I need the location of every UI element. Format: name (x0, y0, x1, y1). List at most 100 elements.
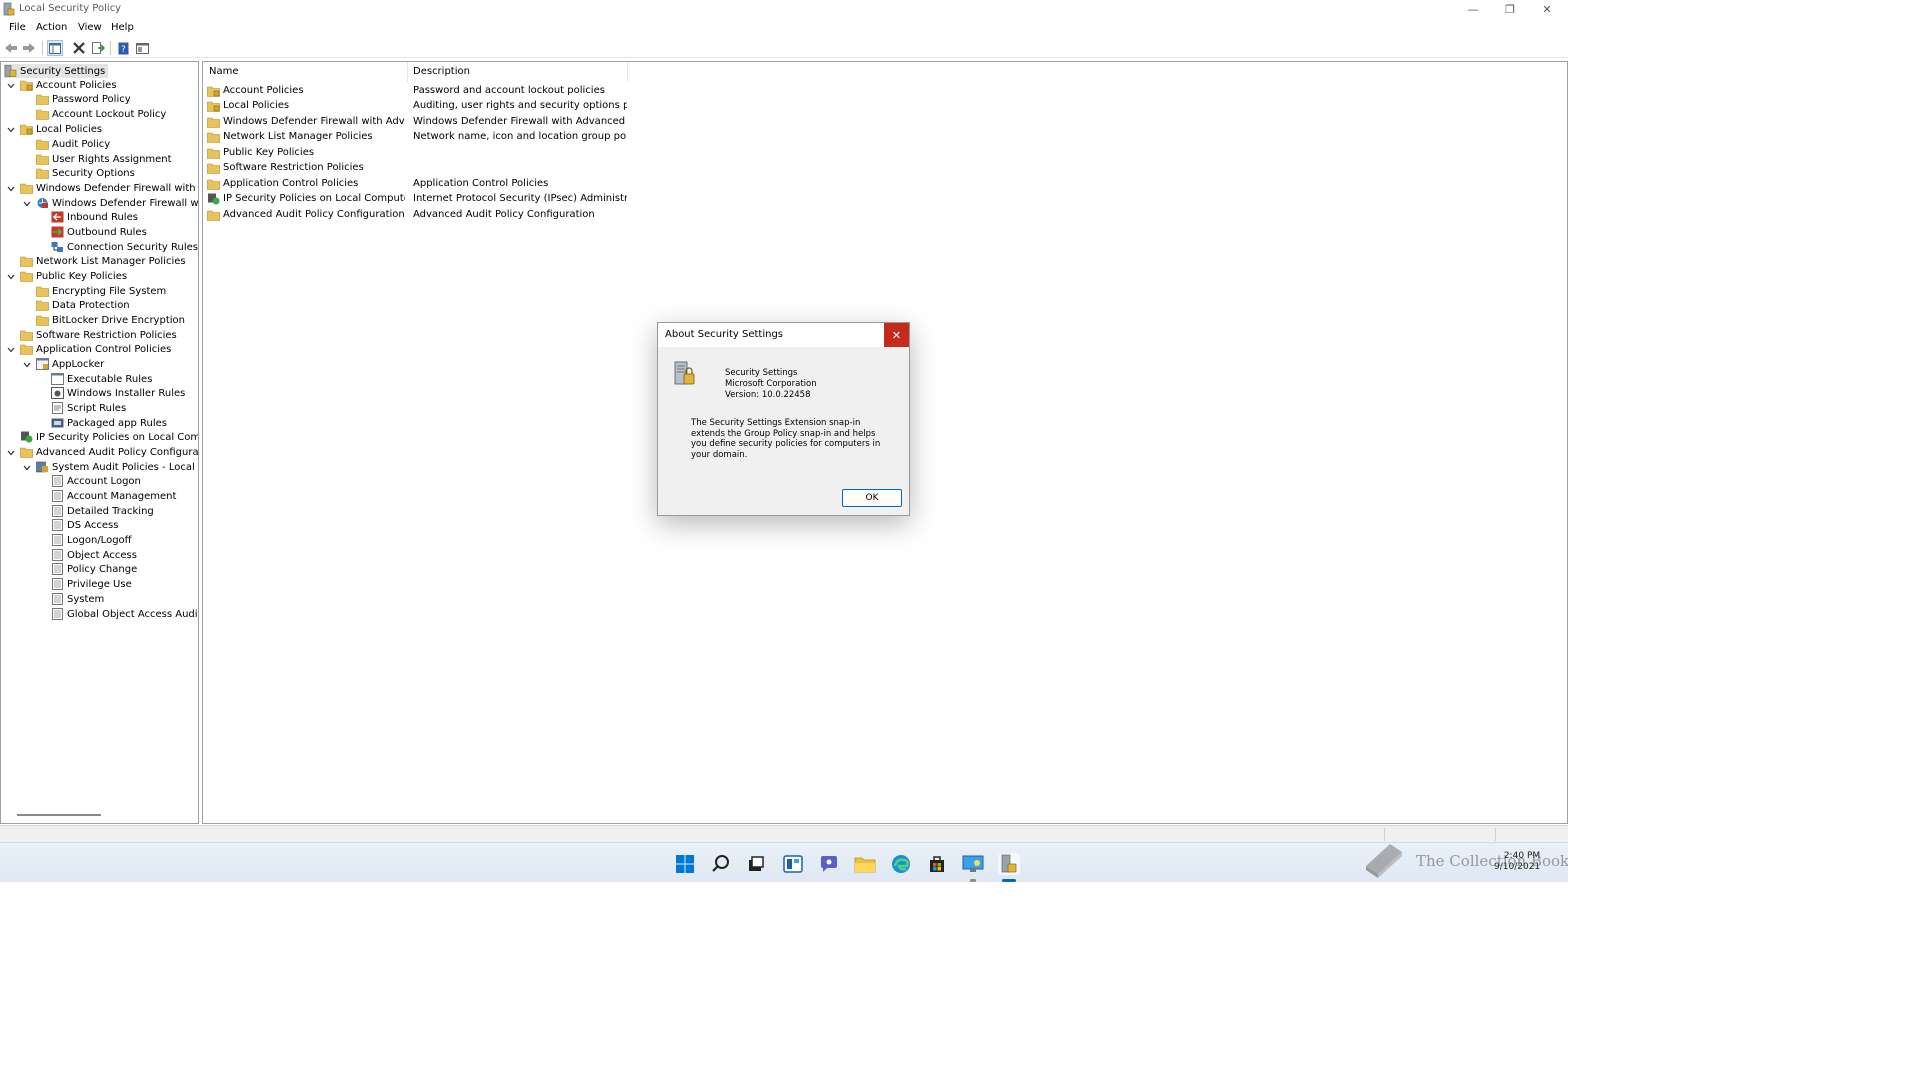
tree-item-password-policy[interactable]: Password Policy (36, 92, 131, 106)
tree-item-ds-access[interactable]: DS Access (51, 518, 118, 532)
list-row[interactable]: Network List Manager Policies Network na… (207, 129, 627, 144)
tree-item-windows-installer-rules[interactable]: Windows Installer Rules (51, 386, 185, 400)
chevron-down-icon[interactable] (6, 81, 15, 90)
tree-item-account-logon[interactable]: Account Logon (51, 474, 141, 488)
tree-item-ip-security[interactable]: IP Security Policies on Local Compute (20, 430, 198, 444)
folder-icon (36, 315, 49, 326)
file-explorer-button[interactable] (854, 853, 876, 875)
folder-icon (207, 132, 220, 143)
back-button[interactable] (3, 40, 19, 56)
store-button[interactable] (926, 853, 948, 875)
task-view-button[interactable] (745, 853, 767, 875)
tree-item-local-policies[interactable]: Local Policies (20, 122, 102, 136)
tree-item-detailed-tracking[interactable]: Detailed Tracking (51, 504, 154, 518)
menu-action[interactable]: Action (36, 22, 67, 33)
list-row[interactable]: Account Policies Password and account lo… (207, 83, 627, 98)
tree-item-advanced-audit[interactable]: Advanced Audit Policy Configuration (20, 445, 198, 459)
menu-view[interactable]: View (78, 22, 102, 33)
tree-item-public-key-policies[interactable]: Public Key Policies (20, 269, 127, 283)
chevron-down-icon[interactable] (6, 448, 15, 457)
tree-item-windows-defender-firewall[interactable]: Windows Defender Firewall with Adva (20, 181, 198, 195)
widgets-button[interactable] (782, 853, 804, 875)
list-row[interactable]: Windows Defender Firewall with Advanc...… (207, 114, 627, 129)
tree-item-security-options[interactable]: Security Options (36, 166, 135, 180)
delete-button[interactable] (71, 40, 87, 56)
tree-item-software-restriction[interactable]: Software Restriction Policies (20, 328, 177, 342)
search-button[interactable] (710, 853, 732, 875)
chat-button[interactable] (818, 853, 840, 875)
tree-item-account-management[interactable]: Account Management (51, 489, 176, 503)
chevron-down-icon[interactable] (22, 199, 31, 208)
tree-label: Account Policies (36, 79, 117, 91)
tree-item-script-rules[interactable]: Script Rules (51, 401, 126, 415)
tree-item-logon-logoff[interactable]: Logon/Logoff (51, 533, 132, 547)
tree-item-account-policies[interactable]: Account Policies (20, 78, 117, 92)
column-divider[interactable] (407, 62, 408, 82)
edge-button[interactable] (890, 853, 912, 875)
tree-item-data-protection[interactable]: Data Protection (36, 298, 130, 312)
tree-item-applocker[interactable]: AppLocker (36, 357, 104, 371)
folder-icon (207, 210, 220, 221)
list-header: Name Description (203, 62, 633, 82)
chevron-down-icon[interactable] (6, 272, 15, 281)
folder-icon (36, 286, 49, 297)
start-button[interactable] (674, 853, 696, 875)
dialog-close-button[interactable]: ✕ (884, 323, 909, 347)
chevron-down-icon[interactable] (6, 184, 15, 193)
tree-item-encrypting-file-system[interactable]: Encrypting File System (36, 284, 166, 298)
folder-icon (20, 271, 33, 282)
show-hide-tree-button[interactable] (47, 40, 63, 56)
tree-item-user-rights-assignment[interactable]: User Rights Assignment (36, 152, 172, 166)
tree-item-global-object-access[interactable]: Global Object Access Auditing (51, 607, 198, 621)
tree-item-bitlocker[interactable]: BitLocker Drive Encryption (36, 313, 185, 327)
menu-help[interactable]: Help (111, 22, 134, 33)
back-icon (5, 43, 17, 53)
close-button[interactable]: ✕ (1532, 0, 1562, 19)
column-header-name[interactable]: Name (209, 66, 239, 77)
tree-item-application-control[interactable]: Application Control Policies (20, 342, 171, 356)
list-row[interactable]: IP Security Policies on Local Computer I… (207, 191, 627, 206)
export-list-button[interactable] (90, 40, 106, 56)
tree-item-executable-rules[interactable]: Executable Rules (51, 372, 152, 386)
control-panel-button[interactable] (962, 853, 984, 875)
tree-item-system-audit-policies[interactable]: System Audit Policies - Local Grou (36, 460, 198, 474)
properties-button[interactable] (134, 40, 150, 56)
chevron-down-icon[interactable] (22, 360, 31, 369)
tree-item-inbound-rules[interactable]: Inbound Rules (51, 210, 138, 224)
toolbar-separator (42, 41, 43, 55)
ok-button[interactable]: OK (842, 489, 902, 507)
toolbar-separator (110, 41, 111, 55)
tree-item-object-access[interactable]: Object Access (51, 548, 137, 562)
tree-item-system[interactable]: System (51, 592, 104, 606)
tree-item-policy-change[interactable]: Policy Change (51, 562, 137, 576)
chevron-down-icon[interactable] (22, 463, 31, 472)
help-button[interactable]: ? (115, 40, 131, 56)
list-row[interactable]: Software Restriction Policies (207, 160, 627, 175)
dialog-title-bar: About Security Settings ✕ (658, 323, 909, 347)
tree-item-account-lockout-policy[interactable]: Account Lockout Policy (36, 107, 166, 121)
restore-button[interactable]: ❐ (1495, 0, 1525, 19)
tree-item-network-list-manager[interactable]: Network List Manager Policies (20, 254, 186, 268)
chevron-down-icon[interactable] (6, 125, 15, 134)
list-row[interactable]: Application Control Policies Application… (207, 176, 627, 191)
menu-file[interactable]: File (9, 22, 26, 33)
column-divider[interactable] (627, 62, 628, 82)
tree-item-connection-security-rules[interactable]: Connection Security Rules (51, 240, 198, 254)
tree-item-security-settings[interactable]: Security Settings (4, 64, 109, 78)
tree-item-privilege-use[interactable]: Privilege Use (51, 577, 132, 591)
forward-button[interactable] (21, 40, 37, 56)
tree-item-outbound-rules[interactable]: Outbound Rules (51, 225, 147, 239)
chevron-down-icon[interactable] (6, 345, 15, 354)
column-header-description[interactable]: Description (413, 66, 470, 77)
tree-label: Script Rules (67, 402, 127, 414)
list-row[interactable]: Local Policies Auditing, user rights and… (207, 98, 627, 113)
tree-item-packaged-app-rules[interactable]: Packaged app Rules (51, 416, 167, 430)
export-list-icon (91, 42, 105, 54)
tree-horizontal-scrollbar[interactable] (17, 814, 101, 816)
tree-item-windows-defender-firewall-local[interactable]: Windows Defender Firewall with A (36, 196, 198, 210)
minimize-button[interactable]: — (1458, 0, 1488, 19)
local-security-policy-taskbar-button[interactable] (998, 853, 1020, 875)
list-row[interactable]: Public Key Policies (207, 145, 627, 160)
tree-item-audit-policy[interactable]: Audit Policy (36, 137, 110, 151)
list-row[interactable]: Advanced Audit Policy Configuration Adva… (207, 207, 627, 222)
